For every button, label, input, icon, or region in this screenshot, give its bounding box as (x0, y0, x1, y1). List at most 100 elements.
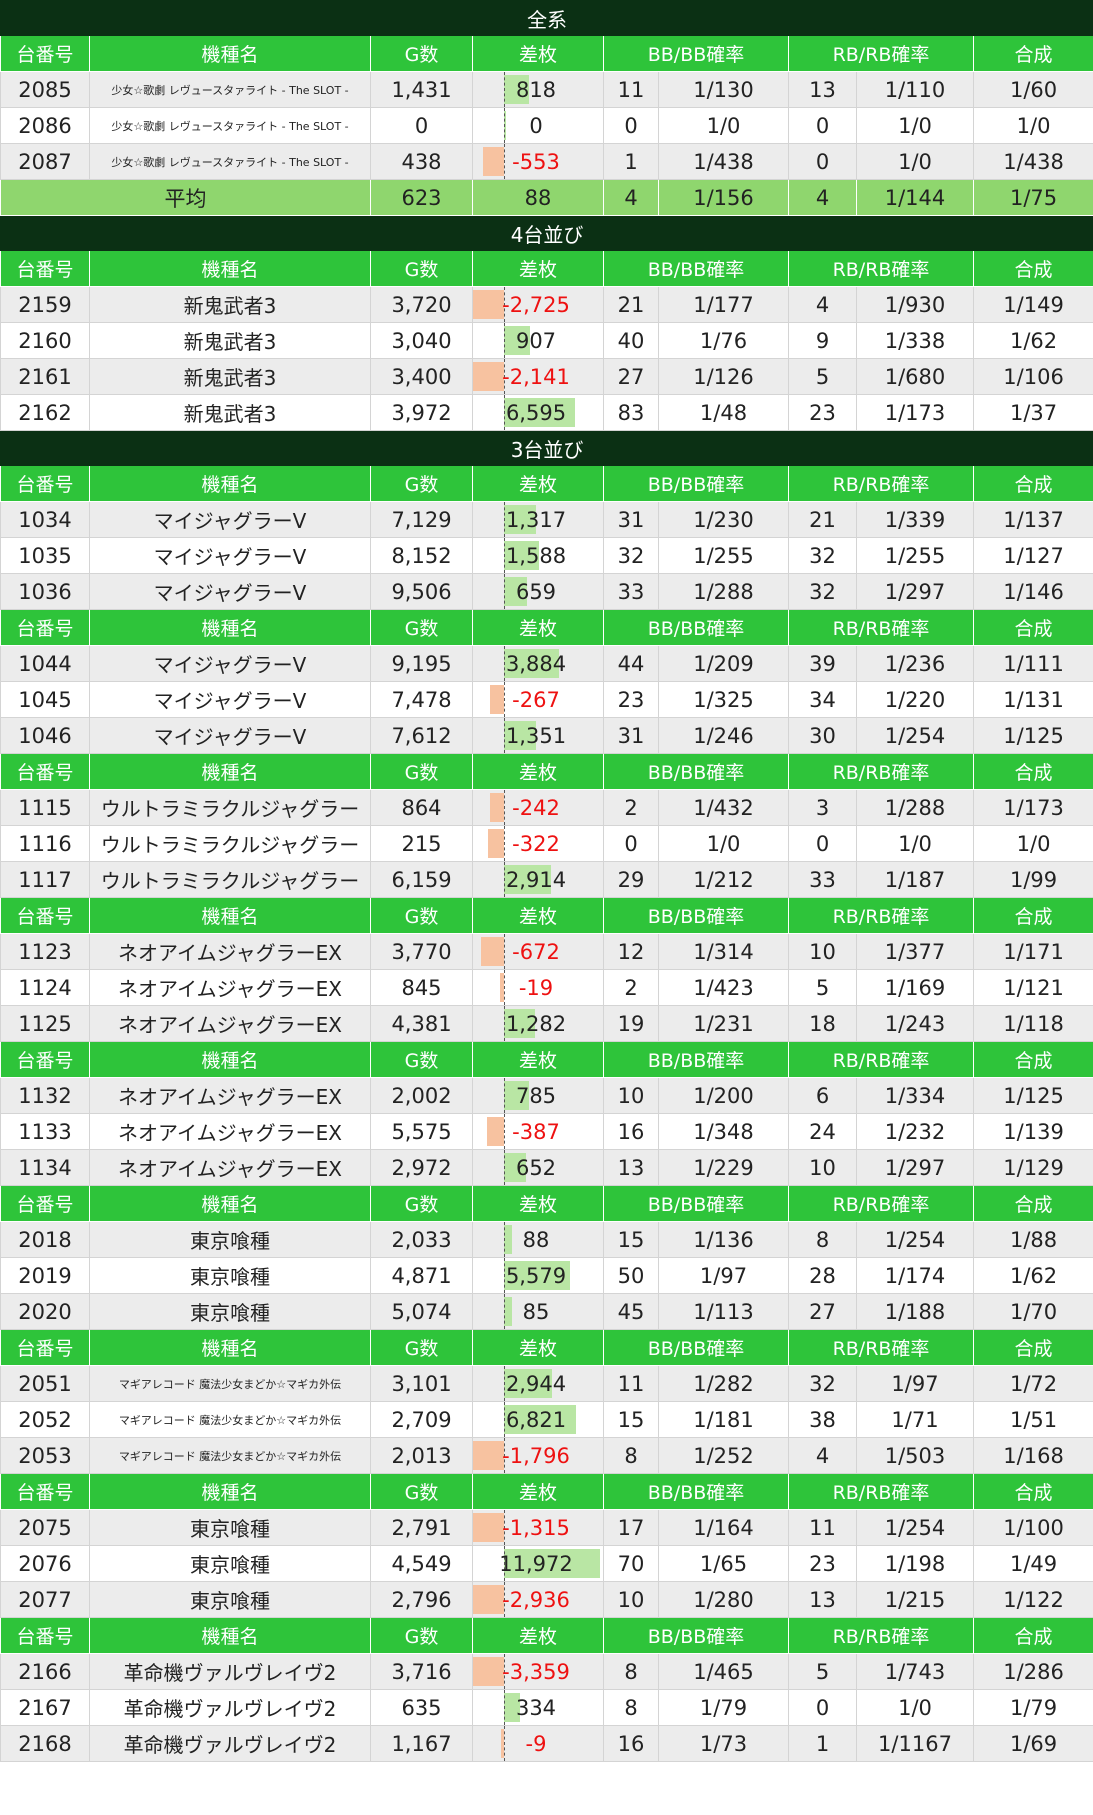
diff-zero-axis (504, 1726, 505, 1761)
diff-value: -672 (512, 939, 560, 964)
rb-probability: 1/220 (856, 681, 974, 718)
rb-count: 18 (788, 1005, 857, 1042)
header-total: 合成 (972, 250, 1093, 287)
game-count: 3,101 (370, 1365, 473, 1402)
diff-cell: 6,821 (472, 1401, 604, 1438)
diff-cell: -672 (472, 933, 604, 970)
column-header-row: 台番号 機種名 G数 差枚 BB/BB確率 RB/RB確率 合成 (0, 1041, 1093, 1078)
bb-count: 31 (603, 501, 659, 538)
bb-count: 32 (603, 537, 659, 574)
diff-zero-axis (504, 934, 505, 969)
rb-probability: 1/173 (856, 394, 974, 431)
model-name: 新鬼武者3 (89, 394, 371, 431)
column-header-row: 台番号 機種名 G数 差枚 BB/BB確率 RB/RB確率 合成 (0, 250, 1093, 287)
bb-probability: 1/79 (658, 1689, 789, 1726)
model-name: ネオアイムジャグラーEX (89, 1077, 371, 1114)
combined-probability: 1/0 (972, 107, 1093, 144)
bb-probability: 1/181 (658, 1401, 789, 1438)
bb-count: 70 (603, 1545, 659, 1582)
positive-diff-bar (504, 1297, 512, 1326)
header-machine-no: 台番号 (0, 609, 90, 646)
combined-probability: 1/173 (972, 789, 1093, 826)
diff-cell: 11,972 (472, 1545, 604, 1582)
game-count: 2,013 (370, 1437, 473, 1474)
diff-cell: -322 (472, 825, 604, 862)
rb-count: 3 (788, 789, 857, 826)
combined-probability: 1/149 (972, 286, 1093, 323)
bb-probability: 1/76 (658, 322, 789, 359)
combined-probability: 1/286 (972, 1653, 1093, 1690)
model-name: ウルトラミラクルジャグラー (89, 789, 371, 826)
rb-count: 0 (788, 1689, 857, 1726)
machine-number: 2076 (0, 1545, 90, 1582)
rb-probability: 1/71 (856, 1401, 974, 1438)
game-count: 7,129 (370, 501, 473, 538)
table-row: 1036 マイジャグラーV 9,506 659 33 1/288 32 1/297 1/146 (0, 573, 1093, 610)
diff-cell: 85 (472, 1293, 604, 1330)
bb-count: 13 (603, 1149, 659, 1186)
game-count: 0 (370, 107, 473, 144)
table-row: 2020 東京喰種 5,074 85 45 1/113 27 1/188 1/70 (0, 1293, 1093, 1330)
bb-count: 29 (603, 861, 659, 898)
table-row: 2160 新鬼武者3 3,040 907 40 1/76 9 1/338 1/62 (0, 322, 1093, 359)
rb-count: 6 (788, 1077, 857, 1114)
header-rb: RB/RB確率 (788, 753, 974, 790)
header-model-name: 機種名 (89, 753, 371, 790)
table-row: 2159 新鬼武者3 3,720 -2,725 21 1/177 4 1/930 1/149 (0, 286, 1093, 323)
bb-probability: 1/325 (658, 681, 789, 718)
header-diff: 差枚 (472, 1617, 604, 1654)
machine-number: 1124 (0, 969, 90, 1006)
header-total: 合成 (972, 1329, 1093, 1366)
rb-probability: 1/288 (856, 789, 974, 826)
model-name: ネオアイムジャグラーEX (89, 969, 371, 1006)
header-games: G数 (370, 1041, 473, 1078)
bb-count: 2 (603, 969, 659, 1006)
diff-cell: 1,588 (472, 537, 604, 574)
diff-zero-axis (504, 108, 505, 143)
model-name: 新鬼武者3 (89, 358, 371, 395)
header-bb: BB/BB確率 (603, 609, 789, 646)
header-bb: BB/BB確率 (603, 1329, 789, 1366)
diff-value: 1,588 (505, 543, 567, 568)
average-label: 平均 (0, 179, 371, 216)
header-total: 合成 (972, 35, 1093, 72)
bb-count: 11 (603, 1365, 659, 1402)
game-count: 4,871 (370, 1257, 473, 1294)
diff-zero-axis (504, 144, 505, 179)
diff-value: -19 (518, 975, 554, 1000)
diff-cell: -9 (472, 1725, 604, 1762)
bb-probability: 1/136 (658, 1221, 789, 1258)
diff-value: -1,315 (502, 1515, 570, 1540)
table-body: 全系 台番号 機種名 G数 差枚 BB/BB確率 RB/RB確率 合成 2085 少女☆歌劇 レヴ… (0, 0, 1093, 1762)
bb-count: 19 (603, 1005, 659, 1042)
machine-number: 2053 (0, 1437, 90, 1474)
combined-probability: 1/72 (972, 1365, 1093, 1402)
game-count: 4,549 (370, 1545, 473, 1582)
combined-probability: 1/60 (972, 71, 1093, 108)
game-count: 5,074 (370, 1293, 473, 1330)
rb-probability: 1/377 (856, 933, 974, 970)
header-diff: 差枚 (472, 609, 604, 646)
model-name: マイジャグラーV (89, 681, 371, 718)
header-total: 合成 (972, 753, 1093, 790)
machine-number: 2160 (0, 322, 90, 359)
rb-count: 33 (788, 861, 857, 898)
bb-probability: 1/97 (658, 1257, 789, 1294)
rb-probability: 1/680 (856, 358, 974, 395)
header-bb: BB/BB確率 (603, 1041, 789, 1078)
rb-probability: 1/174 (856, 1257, 974, 1294)
diff-zero-axis (504, 970, 505, 1005)
bb-probability: 1/48 (658, 394, 789, 431)
model-name: 少女☆歌劇 レヴュースタァライト - The SLOT - (89, 107, 371, 144)
rb-probability: 1/97 (856, 1365, 974, 1402)
diff-cell: -19 (472, 969, 604, 1006)
rb-count: 32 (788, 573, 857, 610)
diff-cell: 334 (472, 1689, 604, 1726)
table-row: 2161 新鬼武者3 3,400 -2,141 27 1/126 5 1/680 1/106 (0, 358, 1093, 395)
game-count: 5,575 (370, 1113, 473, 1150)
diff-value: 2,944 (505, 1371, 567, 1396)
rb-count: 30 (788, 717, 857, 754)
model-name: 東京喰種 (89, 1509, 371, 1546)
diff-cell: -3,359 (472, 1653, 604, 1690)
combined-probability: 1/106 (972, 358, 1093, 395)
